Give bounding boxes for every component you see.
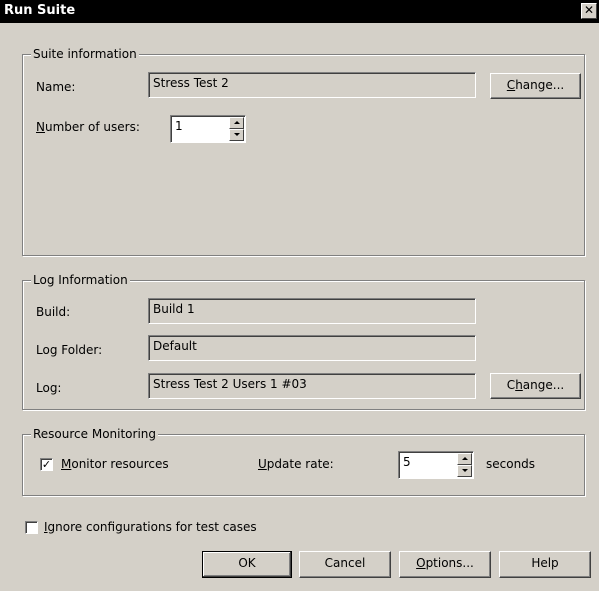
suite-name-field: Stress Test 2: [148, 72, 476, 98]
close-icon[interactable]: ✕: [581, 3, 597, 19]
resource-monitoring-label: Resource Monitoring: [31, 427, 159, 441]
spin-down-icon[interactable]: [457, 465, 472, 477]
title-bar[interactable]: Run Suite ✕: [0, 0, 599, 23]
number-of-users-label: Number of users:: [36, 120, 140, 134]
number-of-users-spinner[interactable]: 1: [170, 115, 246, 143]
log-change-label-ul: h: [515, 378, 523, 392]
rate-label-post: pdate rate:: [266, 457, 334, 471]
options-label-ul: O: [416, 556, 426, 570]
ignore-configurations-checkbox[interactable]: [25, 521, 38, 534]
log-label: Log:: [36, 381, 62, 395]
spin-up-icon[interactable]: [457, 453, 472, 465]
ok-button[interactable]: OK: [202, 551, 292, 578]
build-label: Build:: [36, 305, 71, 319]
ignore-configurations-label[interactable]: Ignore configurations for test cases: [44, 520, 257, 534]
options-label-post: ptions...: [425, 556, 474, 570]
log-folder-label: Log Folder:: [36, 343, 103, 357]
log-change-label-post: ange...: [522, 378, 565, 392]
rate-label-ul: U: [258, 457, 267, 471]
suite-change-label-ul: C: [506, 78, 516, 92]
ignore-label-post: gnore configurations for test cases: [47, 520, 257, 534]
users-label-post: umber of users:: [44, 120, 140, 134]
window-title: Run Suite: [4, 3, 76, 18]
monitor-label-post: onitor resources: [71, 457, 169, 471]
log-change-label-pre: C: [506, 378, 516, 392]
log-change-button[interactable]: Change...: [490, 373, 581, 399]
options-button[interactable]: Options...: [399, 551, 491, 578]
build-field: Build 1: [148, 298, 476, 324]
log-name-field: Stress Test 2 Users 1 #03: [148, 373, 476, 399]
suite-change-button[interactable]: Change...: [490, 73, 581, 99]
update-rate-label: Update rate:: [258, 457, 334, 471]
suite-change-label-post: hange...: [515, 78, 565, 92]
suite-information-label: Suite information: [31, 47, 139, 61]
monitor-resources-label[interactable]: Monitor resources: [61, 457, 169, 471]
monitor-resources-checkbox[interactable]: ✓: [40, 458, 53, 471]
monitor-label-ul: M: [61, 457, 72, 471]
spin-up-icon[interactable]: [229, 117, 244, 129]
spin-down-icon[interactable]: [229, 129, 244, 141]
update-rate-spinner[interactable]: 5: [398, 451, 474, 479]
run-suite-dialog: Run Suite ✕ Suite information Name: Stre…: [0, 0, 599, 591]
cancel-button[interactable]: Cancel: [299, 551, 391, 578]
seconds-label: seconds: [486, 457, 536, 471]
users-label-ul: N: [36, 120, 45, 134]
name-label: Name:: [36, 80, 76, 94]
log-information-label: Log Information: [31, 273, 130, 287]
log-folder-field: Default: [148, 335, 476, 361]
help-button[interactable]: Help: [499, 551, 591, 578]
